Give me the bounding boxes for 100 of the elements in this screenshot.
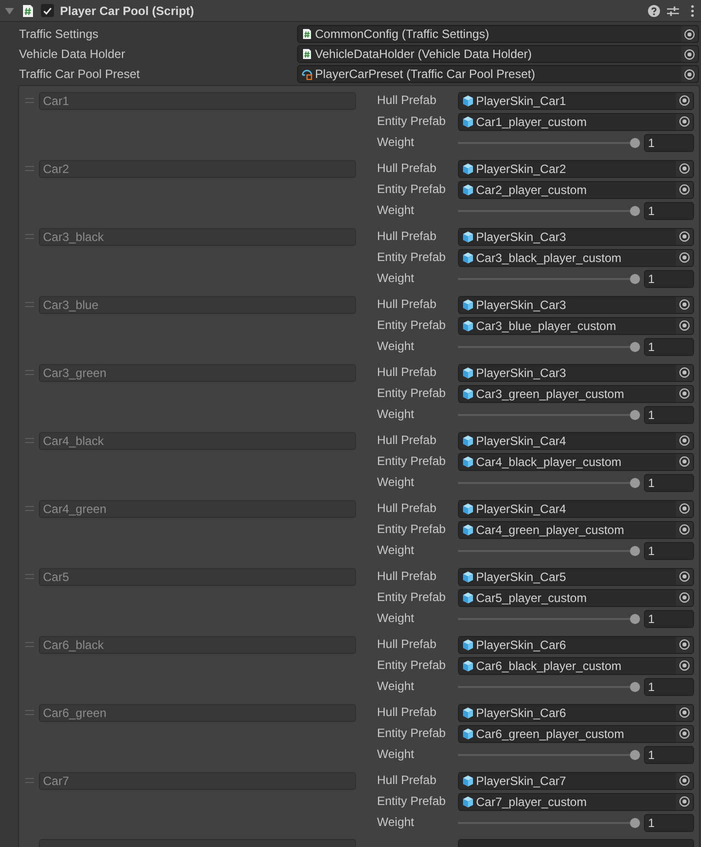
drag-handle-icon[interactable] [25,438,34,443]
drag-handle-icon[interactable] [25,778,34,783]
object-field[interactable]: PlayerSkin_Car6 [458,704,694,722]
object-picker-button[interactable] [676,636,693,652]
object-picker-button[interactable] [676,522,693,538]
slider-thumb[interactable] [630,410,640,420]
object-picker-button[interactable] [681,26,698,42]
object-picker-button[interactable] [676,658,693,674]
object-field[interactable]: PlayerSkin_Car2 [458,160,694,178]
object-picker-button[interactable] [676,500,693,516]
drag-handle-icon[interactable] [25,234,34,239]
object-picker-button[interactable] [676,250,693,266]
weight-slider-track[interactable] [458,750,640,760]
object-field[interactable]: Car6_green_player_custom [458,724,694,742]
slider-thumb[interactable] [630,750,640,760]
object-picker-button[interactable] [676,454,693,470]
object-picker-button[interactable] [676,432,693,448]
object-picker-button[interactable] [676,160,693,176]
drag-handle-icon[interactable] [25,98,34,103]
number-field[interactable]: 1 [644,134,694,152]
number-field[interactable]: 1 [644,338,694,356]
weight-slider-track[interactable] [458,818,640,828]
more-options-icon[interactable] [691,4,694,16]
object-picker-button[interactable] [676,364,693,380]
number-field[interactable]: 1 [644,270,694,288]
object-picker-button[interactable] [676,568,693,584]
object-picker-button[interactable] [676,92,693,108]
object-field[interactable]: PlayerSkin_Car6 [458,636,694,654]
object-picker-button[interactable] [681,66,698,82]
weight-slider-track[interactable] [458,206,640,216]
object-field[interactable]: Car5_player_custom [458,588,694,606]
object-picker-button[interactable] [676,182,693,198]
slider-thumb[interactable] [630,342,640,352]
object-field[interactable]: PlayerCarPreset (Traffic Car Pool Preset) [297,65,699,83]
slider-thumb[interactable] [630,614,640,624]
object-field[interactable]: VehicleDataHolder (Vehicle Data Holder) [297,45,699,63]
number-field[interactable]: 1 [644,406,694,424]
object-field[interactable]: Car4_black_player_custom [458,452,694,470]
object-picker-button[interactable] [676,228,693,244]
object-field[interactable]: Car3_blue_player_custom [458,316,694,334]
foldout-triangle-icon[interactable] [5,6,14,14]
slider-thumb[interactable] [630,818,640,828]
drag-handle-icon[interactable] [25,642,34,647]
weight-slider-track[interactable] [458,682,640,692]
weight-slider-track[interactable] [458,478,640,488]
drag-handle-icon[interactable] [25,370,34,375]
object-picker-button[interactable] [676,726,693,742]
slider-thumb[interactable] [630,546,640,556]
weight-slider-track[interactable] [458,546,640,556]
object-field[interactable]: PlayerSkin_Car4 [458,500,694,518]
object-picker-button[interactable] [676,318,693,334]
drag-handle-icon[interactable] [25,710,34,715]
drag-handle-icon[interactable] [25,302,34,307]
drag-handle-icon[interactable] [25,574,34,579]
object-picker-button[interactable] [676,704,693,720]
weight-slider-track[interactable] [458,138,640,148]
object-field[interactable]: PlayerSkin_Car5 [458,568,694,586]
slider-thumb[interactable] [630,478,640,488]
drag-handle-icon[interactable] [25,166,34,171]
object-field[interactable]: PlayerSkin_Car1 [458,92,694,110]
number-field[interactable]: 1 [644,474,694,492]
sliders-icon[interactable] [667,4,679,16]
object-picker-button[interactable] [676,296,693,312]
object-field[interactable]: PlayerSkin_Car3 [458,228,694,246]
object-field[interactable]: CommonConfig (Traffic Settings) [297,25,699,43]
object-picker-button[interactable] [676,794,693,810]
enabled-checkbox[interactable] [41,4,54,17]
object-picker-button[interactable] [676,386,693,402]
object-field[interactable]: Car2_player_custom [458,180,694,198]
object-picker-button[interactable] [676,590,693,606]
object-field[interactable]: PlayerSkin_Car4 [458,432,694,450]
object-field[interactable]: Car7_player_custom [458,792,694,810]
number-field[interactable]: 1 [644,202,694,220]
object-picker-button[interactable] [676,772,693,788]
object-field[interactable]: PlayerSkin_Car7 [458,772,694,790]
number-field[interactable]: 1 [644,746,694,764]
slider-thumb[interactable] [630,274,640,284]
slider-thumb[interactable] [630,138,640,148]
slider-thumb[interactable] [630,206,640,216]
weight-slider-track[interactable] [458,342,640,352]
weight-slider-track[interactable] [458,410,640,420]
number-field[interactable]: 1 [644,814,694,832]
slider-thumb[interactable] [630,682,640,692]
object-field[interactable]: PlayerSkin_Car3 [458,296,694,314]
object-field[interactable]: Car4_green_player_custom [458,520,694,538]
object-picker-button[interactable] [676,114,693,130]
object-picker-button[interactable] [681,46,698,62]
weight-slider-track[interactable] [458,614,640,624]
object-field[interactable]: Car3_green_player_custom [458,384,694,402]
drag-handle-icon[interactable] [25,506,34,511]
number-field[interactable]: 1 [644,678,694,696]
number-field[interactable]: 1 [644,542,694,560]
object-field[interactable]: Car6_black_player_custom [458,656,694,674]
number-field[interactable]: 1 [644,610,694,628]
object-field[interactable]: Car1_player_custom [458,112,694,130]
weight-slider-track[interactable] [458,274,640,284]
object-field[interactable]: Car3_black_player_custom [458,248,694,266]
object-field[interactable]: PlayerSkin_Car3 [458,364,694,382]
help-icon[interactable] [648,4,660,16]
object-field[interactable] [458,839,694,847]
